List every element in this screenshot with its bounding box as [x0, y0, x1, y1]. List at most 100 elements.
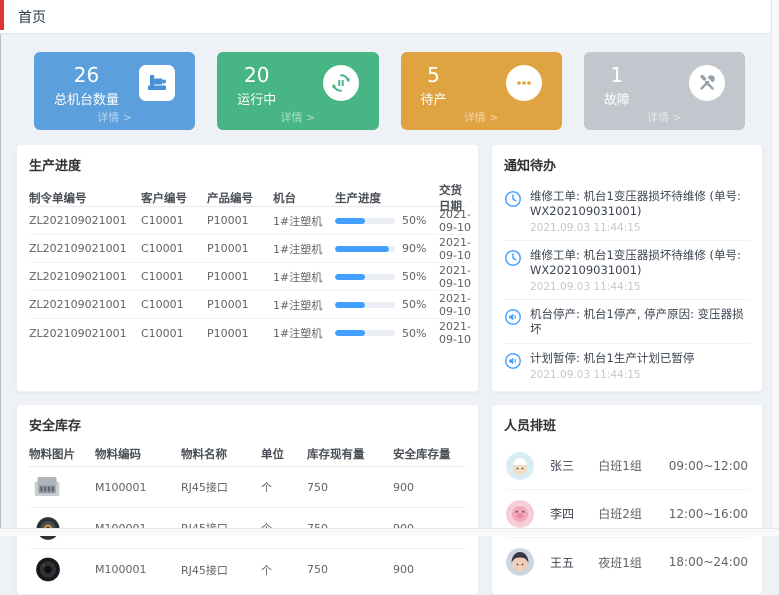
stat-label: 待产 — [421, 89, 447, 108]
notice-item[interactable]: 维修工单: 机台1变压器损坏待维修 (单号: WX202109031001) 2… — [504, 241, 750, 300]
avatar — [506, 452, 534, 480]
customer-cell: C10001 — [141, 214, 207, 227]
table-row[interactable]: ZL202109021001 C10001 P10001 1#注塑机 50% 2… — [29, 207, 466, 235]
notice-item[interactable]: 计划暂停: 机台1生产计划已暂停 2021.09.03 11:44:15 — [504, 344, 750, 387]
table-row[interactable]: ZL202109021001 C10001 P10001 1#注塑机 50% 2… — [29, 263, 466, 291]
top-bar: 首页 — [0, 0, 779, 34]
col-safety-qty: 安全库存量 — [393, 446, 466, 462]
order-no-cell: ZL202109021001 — [29, 270, 141, 283]
order-no-cell: ZL202109021001 — [29, 298, 141, 311]
col-order-no: 制令单编号 — [29, 190, 141, 206]
machine-icon — [139, 65, 175, 101]
stat-label: 故障 — [604, 89, 630, 108]
notice-time: 2021.09.03 11:44:15 — [530, 281, 750, 293]
progress-percent: 50% — [402, 298, 426, 311]
ellipsis-icon — [506, 65, 542, 101]
stat-card-total-machines[interactable]: 26 总机台数量 详情 > — [34, 52, 195, 130]
unit-cell: 个 — [261, 562, 307, 578]
col-material-image: 物料图片 — [29, 446, 95, 462]
progress-bar — [335, 218, 395, 224]
stat-label: 运行中 — [237, 89, 276, 108]
delivery-date-cell: 2021-09-10 — [439, 236, 471, 262]
notices-panel: 通知待办 维修工单: 机台1变压器损坏待维修 (单号: WX2021090310… — [491, 144, 763, 392]
notice-text: 维修工单: 机台1变压器损坏待维修 (单号: WX202109031001) — [530, 248, 750, 278]
safety-inventory-panel: 安全库存 物料图片 物料编码 物料名称 单位 库存现有量 安全库存量 — [16, 404, 479, 595]
product-cell: P10001 — [207, 242, 273, 255]
horizontal-scrollbar[interactable] — [0, 528, 779, 536]
machine-cell: 1#注塑机 — [273, 297, 335, 313]
material-code-cell: M100001 — [95, 563, 181, 576]
product-cell: P10001 — [207, 298, 273, 311]
staff-time-range: 12:00~16:00 — [667, 507, 748, 521]
avatar — [506, 500, 534, 528]
stat-label: 总机台数量 — [54, 89, 119, 108]
stat-value: 5 — [427, 63, 440, 87]
safety-qty-cell: 900 — [393, 563, 466, 576]
progress-bar — [335, 330, 395, 336]
progress-percent: 90% — [402, 242, 426, 255]
stat-card-waiting[interactable]: 5 待产 详情 > — [401, 52, 562, 130]
progress-percent: 50% — [402, 327, 426, 340]
vertical-scrollbar[interactable] — [771, 0, 779, 528]
panel-title-schedule: 人员排班 — [492, 405, 762, 442]
progress-cell: 90% — [335, 242, 439, 255]
detail-link[interactable]: 详情 > — [34, 109, 195, 125]
progress-cell: 50% — [335, 270, 439, 283]
order-no-cell: ZL202109021001 — [29, 242, 141, 255]
notice-text: 机台停产: 机台1停产, 停产原因: 变压器损坏 — [530, 307, 750, 337]
schedule-row[interactable]: 张三 白班1组 09:00~12:00 — [506, 442, 748, 490]
stat-cards-row: 26 总机台数量 详情 > 20 运行中 — [34, 52, 745, 130]
material-name-cell: RJ45接口 — [181, 479, 261, 495]
schedule-row[interactable]: 王五 夜班1组 18:00~24:00 — [506, 538, 748, 586]
order-no-cell: ZL202109021001 — [29, 214, 141, 227]
panel-title-notices: 通知待办 — [492, 145, 762, 182]
dashboard-page: { "page": { "title": "首页" }, "colors": {… — [0, 0, 779, 536]
staff-name: 王五 — [550, 554, 598, 571]
col-progress: 生产进度 — [335, 190, 439, 206]
col-customer: 客户编号 — [141, 190, 207, 206]
speaker-icon — [504, 308, 522, 337]
col-unit: 单位 — [261, 446, 307, 462]
product-cell: P10001 — [207, 327, 273, 340]
detail-link[interactable]: 详情 > — [401, 109, 562, 125]
product-cell: P10001 — [207, 214, 273, 227]
col-material-name: 物料名称 — [181, 446, 261, 462]
notice-item[interactable]: 机台停产: 机台1停产, 停产原因: 变压器损坏 — [504, 300, 750, 344]
detail-link[interactable]: 详情 > — [217, 109, 378, 125]
table-row[interactable]: M100001 RJ45接口 个 750 900 — [29, 467, 466, 508]
customer-cell: C10001 — [141, 242, 207, 255]
progress-cell: 50% — [335, 327, 439, 340]
staff-schedule-panel: 人员排班 张三 白班1组 09:00~12:00 — [491, 404, 763, 595]
tools-icon — [689, 65, 725, 101]
material-image-rj45 — [29, 473, 67, 502]
tab-home[interactable]: 首页 — [18, 7, 46, 27]
notice-list: 维修工单: 机台1变压器损坏待维修 (单号: WX202109031001) 2… — [492, 182, 762, 391]
panel-title-inventory: 安全库存 — [17, 405, 478, 442]
progress-percent: 50% — [402, 270, 426, 283]
col-product: 产品编号 — [207, 190, 273, 206]
stat-card-running[interactable]: 20 运行中 详情 > — [217, 52, 378, 130]
progress-bar — [335, 302, 395, 308]
table-row[interactable]: ZL202109021001 C10001 P10001 1#注塑机 50% 2… — [29, 319, 466, 347]
table-row[interactable]: M100001 RJ45接口 个 750 900 — [29, 549, 466, 590]
clock-icon — [504, 190, 522, 234]
table-row[interactable]: ZL202109021001 C10001 P10001 1#注塑机 90% 2… — [29, 235, 466, 263]
machine-cell: 1#注塑机 — [273, 269, 335, 285]
customer-cell: C10001 — [141, 270, 207, 283]
staff-shift: 白班2组 — [598, 505, 667, 522]
notice-item[interactable]: 维修工单: 机台1变压器损坏待维修 (单号: WX202109031001) 2… — [504, 182, 750, 241]
table-row[interactable]: ZL202109021001 C10001 P10001 1#注塑机 50% 2… — [29, 291, 466, 319]
unit-cell: 个 — [261, 479, 307, 495]
staff-time-range: 18:00~24:00 — [667, 555, 748, 569]
delivery-date-cell: 2021-09-10 — [439, 264, 471, 290]
staff-name: 张三 — [550, 457, 598, 474]
inventory-table: 物料图片 物料编码 物料名称 单位 库存现有量 安全库存量 — [17, 442, 478, 594]
staff-shift: 夜班1组 — [598, 554, 667, 571]
clock-icon — [504, 249, 522, 293]
machine-cell: 1#注塑机 — [273, 325, 335, 341]
stat-card-fault[interactable]: 1 故障 详情 > — [584, 52, 745, 130]
detail-link[interactable]: 详情 > — [584, 109, 745, 125]
progress-cell: 50% — [335, 214, 439, 227]
machine-cell: 1#注塑机 — [273, 241, 335, 257]
progress-cell: 50% — [335, 298, 439, 311]
